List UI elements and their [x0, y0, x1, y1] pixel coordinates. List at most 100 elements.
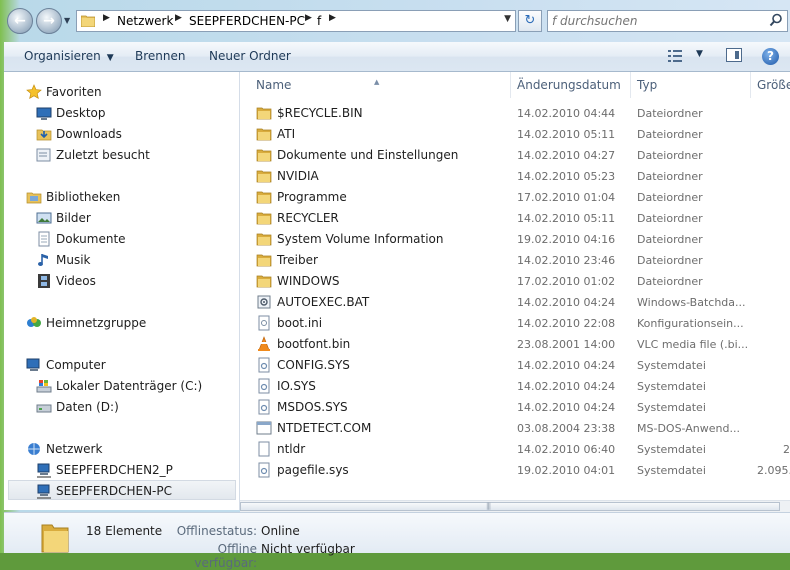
nav-label: Bilder	[56, 211, 91, 225]
config-file-icon	[258, 315, 270, 331]
file-type: Dateiordner	[637, 212, 703, 225]
network-computer-icon	[37, 463, 51, 478]
file-name: IO.SYS	[277, 379, 316, 393]
file-row[interactable]: NVIDIA 14.02.2010 05:23 Dateiordner	[252, 166, 790, 187]
column-header-type[interactable]: Typ	[631, 72, 750, 98]
column-header-date[interactable]: Änderungsdatum	[511, 72, 630, 98]
folder-icon	[256, 170, 272, 183]
file-date: 19.02.2010 04:01	[517, 464, 616, 477]
folder-icon	[256, 212, 272, 225]
folder-icon	[256, 233, 272, 246]
file-name: Dokumente und Einstellungen	[277, 148, 459, 162]
breadcrumb-pc[interactable]: SEEPFERDCHEN-PC	[189, 14, 305, 28]
file-row[interactable]: NTDETECT.COM 03.08.2004 23:38 MS-DOS-Anwen…	[252, 418, 790, 439]
music-note-icon	[38, 254, 48, 266]
breadcrumb-arrow-icon[interactable]: ▶	[175, 13, 182, 23]
file-type: Systemdatei	[637, 380, 706, 393]
windows-drive-icon	[36, 380, 52, 393]
breadcrumb-f[interactable]: f	[317, 14, 321, 28]
file-date: 19.02.2010 04:16	[517, 233, 616, 246]
new-folder-button[interactable]: Neuer Ordner	[209, 49, 291, 63]
downloads-folder-icon	[36, 129, 52, 141]
burn-button[interactable]: Brennen	[135, 49, 185, 63]
folder-icon	[256, 128, 272, 141]
breadcrumb-arrow-icon[interactable]: ▶	[329, 13, 336, 23]
file-size: 2	[783, 443, 790, 456]
breadcrumb-arrow-icon[interactable]: ▶	[103, 13, 110, 23]
application-icon	[256, 421, 272, 435]
organize-menu[interactable]: Organisieren ▼	[24, 49, 114, 63]
star-icon	[26, 84, 42, 100]
breadcrumb-arrow-icon[interactable]: ▶	[305, 13, 312, 23]
nav-label: SEEPFERDCHEN-PC	[56, 484, 172, 498]
system-file-icon	[258, 462, 270, 478]
nav-label: Heimnetzgruppe	[46, 316, 147, 330]
column-label: Änderungsdatum	[517, 78, 621, 92]
network-computer-icon	[37, 484, 51, 499]
file-row[interactable]: WINDOWS 17.02.2010 01:02 Dateiordner	[252, 271, 790, 292]
file-row[interactable]: RECYCLER 14.02.2010 05:11 Dateiordner	[252, 208, 790, 229]
file-type: Dateiordner	[637, 128, 703, 141]
file-row[interactable]: AUTOEXEC.BAT 14.02.2010 04:24 Windows-Batc…	[252, 292, 790, 313]
help-icon[interactable]: ?	[762, 48, 779, 65]
sort-ascending-icon: ▲	[374, 78, 380, 86]
back-button[interactable]: ←	[7, 8, 33, 34]
column-label: Typ	[637, 78, 658, 92]
file-row[interactable]: boot.ini 14.02.2010 22:08 Konfigurationsei…	[252, 313, 790, 334]
search-box[interactable]	[547, 10, 788, 32]
breadcrumb-netzwerk[interactable]: Netzwerk	[117, 14, 173, 28]
file-date: 14.02.2010 05:11	[517, 128, 616, 141]
search-icon[interactable]	[769, 13, 783, 27]
file-name: WINDOWS	[277, 274, 340, 288]
file-date: 14.02.2010 04:27	[517, 149, 616, 162]
file-row[interactable]: Treiber 14.02.2010 23:46 Dateiordner	[252, 250, 790, 271]
item-count: 18 Elemente	[86, 524, 163, 538]
file-row[interactable]: ntldr 14.02.2010 06:40 Systemdatei 2	[252, 439, 790, 460]
file-type: Dateiordner	[637, 233, 703, 246]
recent-pages-icon[interactable]: ▼	[64, 16, 74, 26]
file-row[interactable]: ATI 14.02.2010 05:11 Dateiordner	[252, 124, 790, 145]
file-date: 14.02.2010 06:40	[517, 443, 616, 456]
file-row[interactable]: $RECYCLE.BIN 14.02.2010 04:44 Dateiordner	[252, 103, 790, 124]
address-dropdown-icon[interactable]: ▼	[504, 14, 511, 24]
nav-label: SEEPFERDCHEN2_P	[56, 463, 173, 477]
column-header-name[interactable]: ▲ Name	[240, 72, 510, 98]
file-row[interactable]: System Volume Information 19.02.2010 04:1…	[252, 229, 790, 250]
file-type: Systemdatei	[637, 443, 706, 456]
view-options-chevron-icon[interactable]: ▼	[696, 49, 703, 59]
forward-button[interactable]: →	[36, 8, 62, 34]
file-row[interactable]: CONFIG.SYS 14.02.2010 04:24 Systemdatei	[252, 355, 790, 376]
folder-icon	[256, 254, 272, 267]
nav-label: Bibliotheken	[46, 190, 121, 204]
file-name: bootfont.bin	[277, 337, 351, 351]
nav-label: Downloads	[56, 127, 122, 141]
change-view-icon[interactable]	[668, 50, 682, 62]
file-name: MSDOS.SYS	[277, 400, 348, 414]
file-row[interactable]: IO.SYS 14.02.2010 04:24 Systemdatei	[252, 376, 790, 397]
nav-label: Desktop	[56, 106, 106, 120]
file-type: Systemdatei	[637, 359, 706, 372]
file-type: Windows-Batchda...	[637, 296, 746, 309]
refresh-button[interactable]: ↻	[518, 10, 542, 32]
file-row[interactable]: bootfont.bin 23.08.2001 14:00 VLC media fi…	[252, 334, 790, 355]
file-date: 14.02.2010 05:23	[517, 170, 616, 183]
file-type: MS-DOS-Anwend...	[637, 422, 740, 435]
nav-label: Netzwerk	[46, 442, 103, 456]
file-row[interactable]: Dokumente und Einstellungen 14.02.2010 04…	[252, 145, 790, 166]
file-row[interactable]: Programme 17.02.2010 01:04 Dateiordner	[252, 187, 790, 208]
address-box[interactable]: ▶ Netzwerk ▶ SEEPFERDCHEN-PC ▶ f ▶ ▼	[76, 10, 516, 32]
file-date: 14.02.2010 05:11	[517, 212, 616, 225]
explorer-window: ← → ▼ ▶ Netzwerk ▶ SEEPFERDCHEN-PC ▶ f ▶…	[0, 0, 790, 570]
scrollbar-thumb[interactable]	[240, 502, 780, 511]
file-row[interactable]: pagefile.sys 19.02.2010 04:01 Systemdatei 2…	[252, 460, 790, 481]
pictures-icon	[36, 212, 52, 224]
file-row[interactable]: MSDOS.SYS 14.02.2010 04:24 Systemdatei	[252, 397, 790, 418]
system-file-icon	[258, 357, 270, 373]
preview-pane-icon[interactable]	[726, 48, 742, 62]
file-date: 14.02.2010 23:46	[517, 254, 616, 267]
column-header-size[interactable]: Größe	[751, 72, 790, 98]
offline-available-label: Offline verfügbar:	[194, 542, 257, 570]
search-input[interactable]	[552, 13, 762, 29]
nav-label: Dokumente	[56, 232, 126, 246]
scroll-grip-icon: |||	[486, 502, 491, 510]
